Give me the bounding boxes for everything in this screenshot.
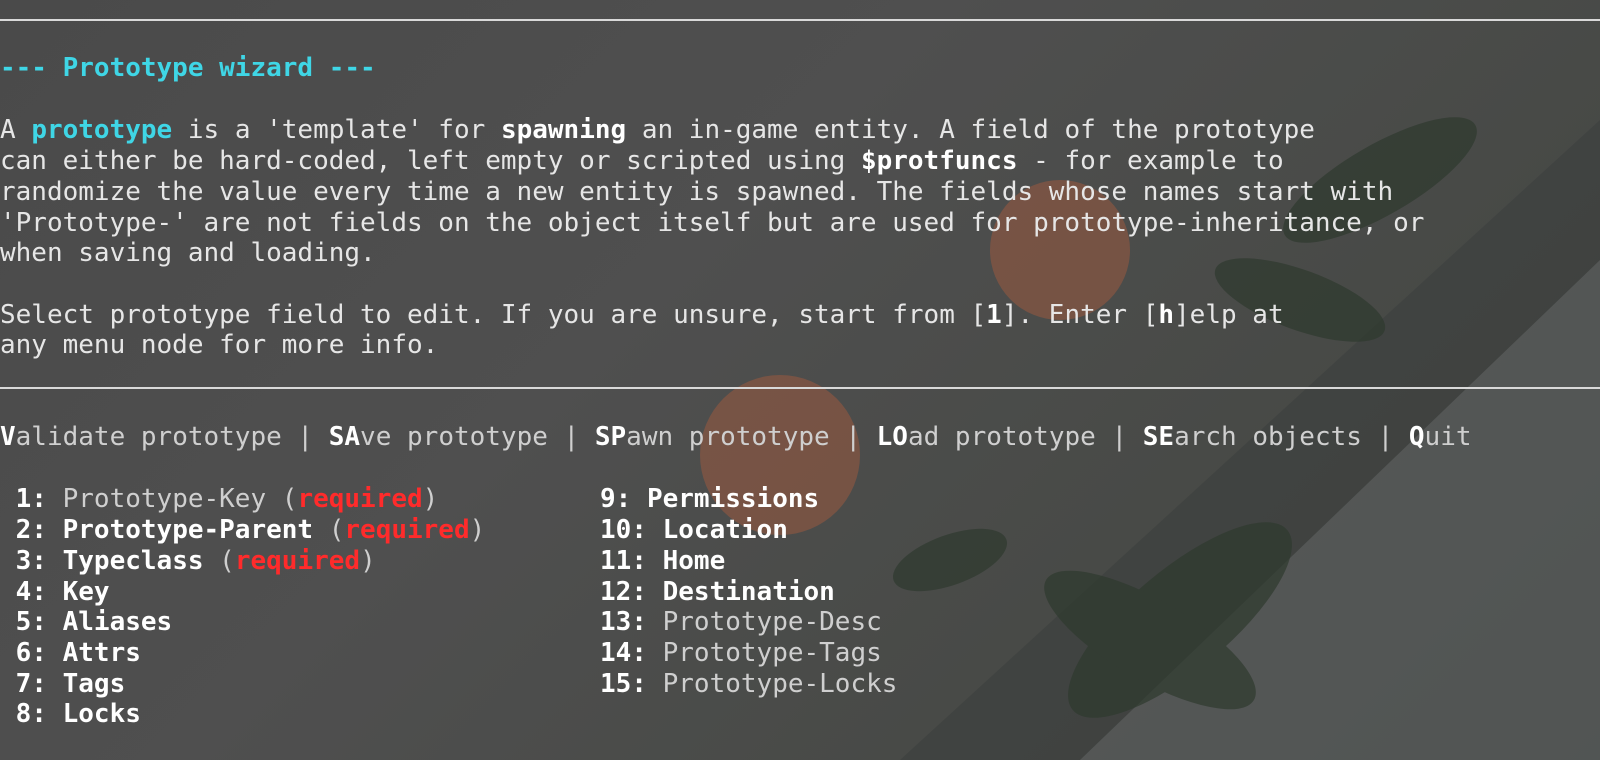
quit-option[interactable]: Quit xyxy=(1409,422,1472,452)
field-key[interactable]: 4: Key xyxy=(0,577,110,608)
field-prototype-parent[interactable]: 2: Prototype-Parent (required) xyxy=(0,515,486,546)
load-prototype-option[interactable]: LOad prototype xyxy=(877,422,1096,452)
field-attrs[interactable]: 6: Attrs xyxy=(0,638,141,669)
intro-line-3: randomize the value every time a new ent… xyxy=(0,177,1394,207)
intro-line-4: 'Prototype-' are not fields on the objec… xyxy=(0,208,1425,238)
separator-middle xyxy=(0,387,1600,389)
field-prototype-locks[interactable]: 15: Prototype-Locks xyxy=(600,669,897,700)
field-tags[interactable]: 7: Tags xyxy=(0,669,126,700)
search-objects-option[interactable]: SEarch objects xyxy=(1143,422,1362,452)
actions-bar: Validate prototype | SAve prototype | SP… xyxy=(0,422,1472,452)
field-prototype-tags[interactable]: 14: Prototype-Tags xyxy=(600,638,882,669)
spawn-prototype-option[interactable]: SPawn prototype xyxy=(595,422,830,452)
select-line-1: Select prototype field to edit. If you a… xyxy=(0,300,1284,330)
field-locks[interactable]: 8: Locks xyxy=(0,699,141,730)
save-prototype-option[interactable]: SAve prototype xyxy=(329,422,548,452)
field-aliases[interactable]: 5: Aliases xyxy=(0,607,173,638)
intro-line-5: when saving and loading. xyxy=(0,238,376,268)
required-badge: required xyxy=(297,484,423,514)
wizard-title: --- Prototype wizard --- xyxy=(0,53,376,83)
required-badge: required xyxy=(234,546,361,576)
field-location[interactable]: 10: Location xyxy=(600,515,788,546)
field-typeclass[interactable]: 3: Typeclass (required) xyxy=(0,546,376,577)
intro-line-2: can either be hard-coded, left empty or … xyxy=(0,146,1284,176)
field-prototype-key[interactable]: 1: Prototype-Key (required) xyxy=(0,484,439,515)
field-home[interactable]: 11: Home xyxy=(600,546,725,577)
required-badge: required xyxy=(344,515,470,545)
help-key-hint: h xyxy=(1158,300,1175,330)
validate-prototype-option[interactable]: Validate prototype xyxy=(0,422,282,452)
protfuncs-keyword: $protfuncs xyxy=(860,146,1018,176)
prototype-keyword: prototype xyxy=(31,115,173,145)
field-prototype-desc[interactable]: 13: Prototype-Desc xyxy=(600,607,882,638)
separator-top xyxy=(0,19,1600,21)
intro-line-1: A prototype is a 'template' for spawning… xyxy=(0,115,1315,145)
start-option-hint: 1 xyxy=(986,300,1002,330)
field-destination[interactable]: 12: Destination xyxy=(600,577,835,608)
select-line-2: any menu node for more info. xyxy=(0,330,439,360)
field-permissions[interactable]: 9: Permissions xyxy=(600,484,819,515)
spawning-keyword: spawning xyxy=(500,115,627,145)
terminal-output: --- Prototype wizard --- A prototype is … xyxy=(0,0,1600,760)
